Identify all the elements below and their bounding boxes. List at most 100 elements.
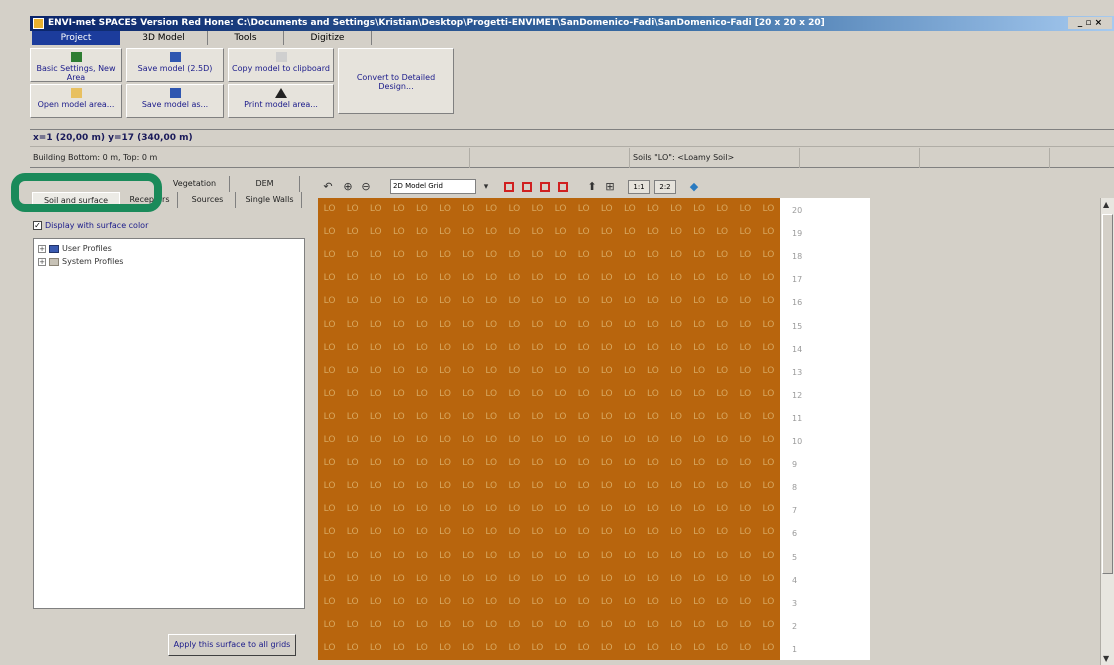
- grid-cell[interactable]: LO: [734, 337, 757, 360]
- grid-cell[interactable]: LO: [734, 383, 757, 406]
- grid-cell[interactable]: LO: [410, 198, 433, 221]
- grid-cell[interactable]: LO: [549, 591, 572, 614]
- grid-cell[interactable]: LO: [641, 475, 664, 498]
- grid-cell[interactable]: LO: [503, 545, 526, 568]
- grid-cell[interactable]: LO: [387, 637, 410, 660]
- tab-digitize[interactable]: Digitize: [284, 31, 372, 45]
- grid-cell[interactable]: LO: [341, 591, 364, 614]
- grid-cell[interactable]: LO: [595, 591, 618, 614]
- grid-cell[interactable]: LO: [341, 337, 364, 360]
- grid-cell[interactable]: LO: [757, 406, 780, 429]
- grid-cell[interactable]: LO: [549, 244, 572, 267]
- grid-cell[interactable]: LO: [595, 545, 618, 568]
- grid-cell[interactable]: LO: [665, 429, 688, 452]
- grid-cell[interactable]: LO: [318, 475, 341, 498]
- grid-cell[interactable]: LO: [457, 267, 480, 290]
- grid-cell[interactable]: LO: [503, 221, 526, 244]
- grid-cell[interactable]: LO: [688, 360, 711, 383]
- grid-cell[interactable]: LO: [480, 337, 503, 360]
- grid-cell[interactable]: LO: [688, 290, 711, 313]
- grid-cell[interactable]: LO: [595, 568, 618, 591]
- grid-cell[interactable]: LO: [410, 267, 433, 290]
- grid-cell[interactable]: LO: [641, 290, 664, 313]
- grid-cell[interactable]: LO: [503, 198, 526, 221]
- grid-cell[interactable]: LO: [480, 429, 503, 452]
- grid-cell[interactable]: LO: [641, 568, 664, 591]
- grid-cell[interactable]: LO: [734, 475, 757, 498]
- grid-cell[interactable]: LO: [549, 521, 572, 544]
- window-controls[interactable]: _ ▫ ×: [1068, 17, 1112, 29]
- grid-cell[interactable]: LO: [641, 498, 664, 521]
- grid-cell[interactable]: LO: [457, 452, 480, 475]
- grid-cell[interactable]: LO: [734, 568, 757, 591]
- grid-cell[interactable]: LO: [757, 221, 780, 244]
- grid-cell[interactable]: LO: [711, 591, 734, 614]
- grid-cell[interactable]: LO: [434, 290, 457, 313]
- grid-cell[interactable]: LO: [549, 383, 572, 406]
- grid-cell[interactable]: LO: [503, 568, 526, 591]
- grid-cell[interactable]: LO: [711, 244, 734, 267]
- grid-cell[interactable]: LO: [572, 637, 595, 660]
- grid-cell[interactable]: LO: [410, 498, 433, 521]
- grid-cell[interactable]: LO: [757, 568, 780, 591]
- grid-cell[interactable]: LO: [457, 429, 480, 452]
- grid-cell[interactable]: LO: [711, 637, 734, 660]
- grid-cell[interactable]: LO: [757, 267, 780, 290]
- grid-cell[interactable]: LO: [618, 267, 641, 290]
- grid-cell[interactable]: LO: [526, 406, 549, 429]
- tab-single-walls[interactable]: Single Walls: [238, 192, 302, 208]
- grid-cell[interactable]: LO: [341, 452, 364, 475]
- grid-cell[interactable]: LO: [434, 267, 457, 290]
- grid-cell[interactable]: LO: [641, 637, 664, 660]
- grid-cell[interactable]: LO: [410, 383, 433, 406]
- grid-cell[interactable]: LO: [387, 545, 410, 568]
- grid-cell[interactable]: LO: [618, 337, 641, 360]
- grid-cell[interactable]: LO: [665, 198, 688, 221]
- grid-cell[interactable]: LO: [387, 406, 410, 429]
- grid-cell[interactable]: LO: [503, 452, 526, 475]
- grid-cell[interactable]: LO: [480, 614, 503, 637]
- grid-cell[interactable]: LO: [503, 498, 526, 521]
- grid-cell[interactable]: LO: [665, 452, 688, 475]
- grid-cell[interactable]: LO: [364, 198, 387, 221]
- grid-cell[interactable]: LO: [688, 475, 711, 498]
- grid-cell[interactable]: LO: [364, 290, 387, 313]
- grid-cell[interactable]: LO: [526, 637, 549, 660]
- grid-cell[interactable]: LO: [503, 337, 526, 360]
- grid-cell[interactable]: LO: [318, 637, 341, 660]
- grid-cell[interactable]: LO: [688, 498, 711, 521]
- grid-cell[interactable]: LO: [457, 498, 480, 521]
- grid-cell[interactable]: LO: [457, 383, 480, 406]
- grid-cell[interactable]: LO: [503, 244, 526, 267]
- grid-cell[interactable]: LO: [457, 290, 480, 313]
- grid-cell[interactable]: LO: [665, 498, 688, 521]
- apply-surface-all-button[interactable]: Apply this surface to all grids: [168, 634, 296, 656]
- grid-cell[interactable]: LO: [318, 221, 341, 244]
- draw-rect-2-icon[interactable]: [522, 182, 532, 192]
- grid-cell[interactable]: LO: [549, 267, 572, 290]
- grid-cell[interactable]: LO: [549, 568, 572, 591]
- grid-cell[interactable]: LO: [480, 498, 503, 521]
- grid-cell[interactable]: LO: [387, 521, 410, 544]
- grid-cell[interactable]: LO: [526, 498, 549, 521]
- grid-cell[interactable]: LO: [318, 614, 341, 637]
- grid-cell[interactable]: LO: [618, 244, 641, 267]
- grid-cell[interactable]: LO: [526, 290, 549, 313]
- grid-cell[interactable]: LO: [434, 475, 457, 498]
- grid-cell[interactable]: LO: [734, 290, 757, 313]
- grid-cell[interactable]: LO: [318, 314, 341, 337]
- grid-cell[interactable]: LO: [595, 337, 618, 360]
- grid-cell[interactable]: LO: [618, 429, 641, 452]
- grid-cell[interactable]: LO: [734, 637, 757, 660]
- tree-item-system-profiles[interactable]: + System Profiles: [38, 256, 123, 267]
- grid-cell[interactable]: LO: [549, 337, 572, 360]
- grid-cell[interactable]: LO: [734, 521, 757, 544]
- grid-cell[interactable]: LO: [480, 244, 503, 267]
- grid-cell[interactable]: LO: [757, 360, 780, 383]
- grid-cell[interactable]: LO: [387, 568, 410, 591]
- grid-cell[interactable]: LO: [341, 429, 364, 452]
- grid-cell[interactable]: LO: [457, 521, 480, 544]
- grid-cell[interactable]: LO: [572, 290, 595, 313]
- grid-cell[interactable]: LO: [595, 221, 618, 244]
- grid-cell[interactable]: LO: [318, 383, 341, 406]
